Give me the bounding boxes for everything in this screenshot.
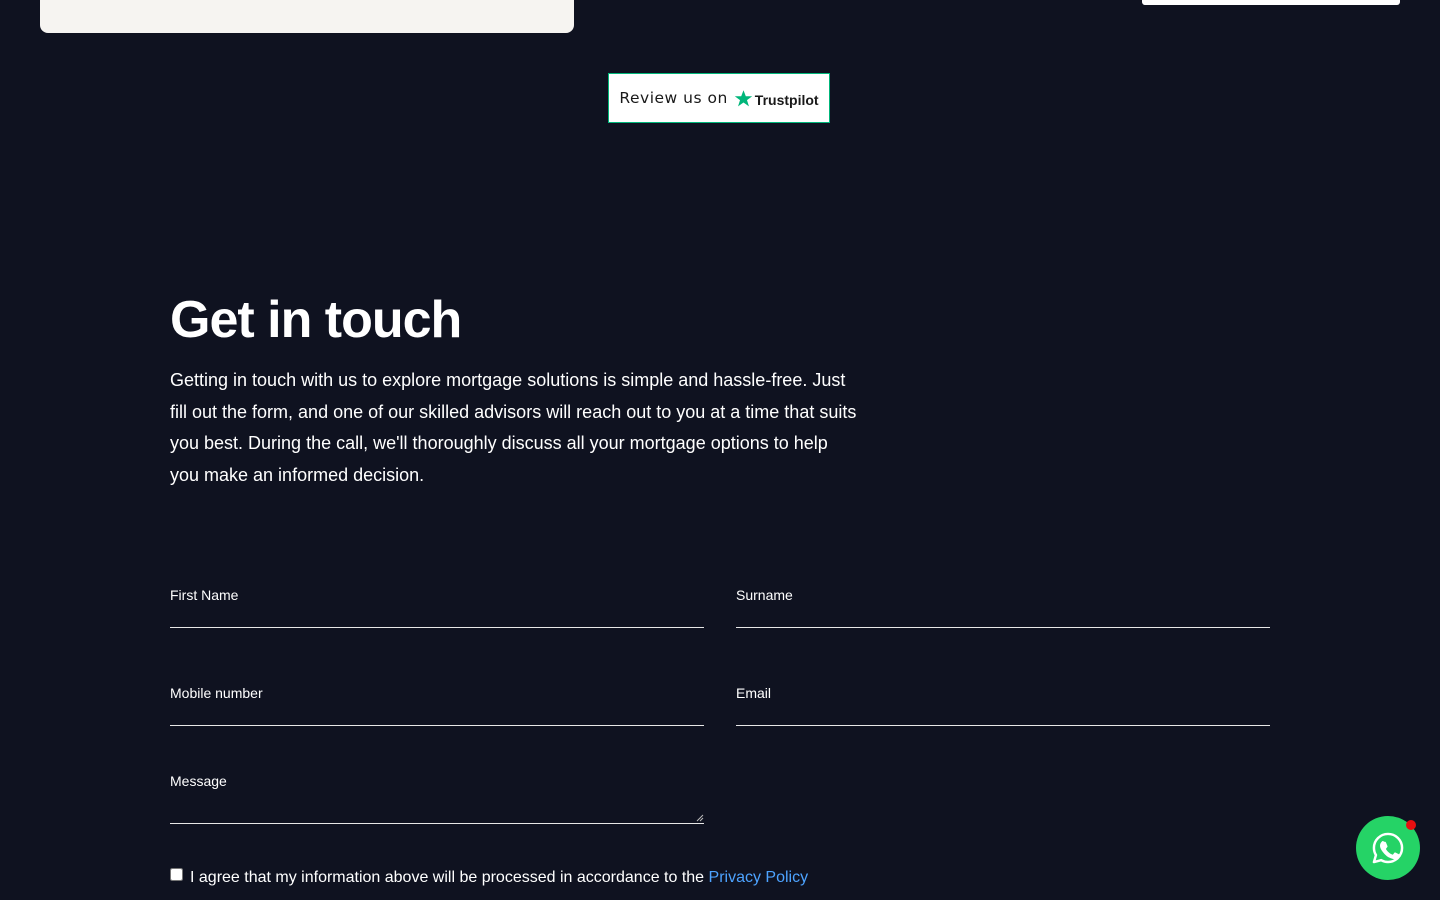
trustpilot-logo: Trustpilot	[734, 88, 819, 108]
consent-row: I agree that my information above will b…	[170, 868, 808, 887]
contact-intro: Getting in touch with us to explore mort…	[170, 370, 857, 485]
whatsapp-icon	[1372, 832, 1404, 864]
contact-heading: Get in touch	[170, 291, 462, 349]
notification-badge	[1406, 820, 1416, 830]
top-card	[40, 0, 574, 33]
first-name-field: First Name	[170, 587, 708, 629]
mobile-field: Mobile number	[170, 685, 708, 727]
resize-grip-icon[interactable]	[696, 814, 704, 822]
consent-checkbox[interactable]	[170, 868, 183, 881]
mobile-input[interactable]	[170, 685, 708, 727]
trustpilot-brand: Trustpilot	[754, 92, 819, 108]
surname-field: Surname	[736, 587, 1274, 629]
top-right-card-edge	[1142, 0, 1400, 5]
consent-label: I agree that my information above will b…	[190, 868, 705, 886]
email-field: Email	[736, 685, 1274, 727]
message-field: Message	[170, 773, 708, 827]
consent-text: I agree that my information above will b…	[190, 869, 808, 887]
trustpilot-review-button[interactable]: Review us on Trustpilot	[608, 73, 830, 123]
trustpilot-review-text: Review us on	[619, 89, 728, 107]
message-textarea[interactable]	[170, 773, 708, 827]
email-input[interactable]	[736, 685, 1274, 727]
trustpilot-star-icon	[734, 89, 753, 106]
surname-input[interactable]	[736, 587, 1274, 629]
first-name-input[interactable]	[170, 587, 708, 629]
privacy-policy-link[interactable]: Privacy Policy	[709, 869, 809, 886]
